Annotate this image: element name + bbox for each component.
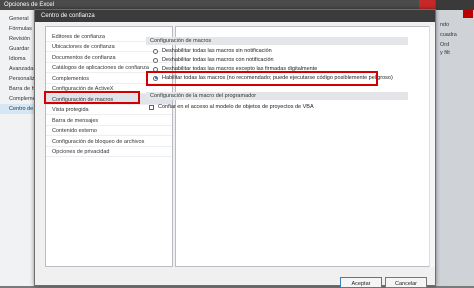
scrollbar[interactable] [429, 26, 435, 267]
sidebar-highlight-box [44, 91, 140, 104]
developer-section-title: Configuración de la macro del programado… [150, 93, 257, 99]
background-close-icon[interactable] [463, 10, 473, 18]
background-label: cuadra [440, 32, 457, 38]
sidebar-item-message-bar[interactable]: Barra de mensajes [46, 115, 172, 126]
cancel-button[interactable]: Cancelar [385, 277, 427, 288]
background-label: ndo [440, 22, 450, 28]
background-excel-area: ndo cuadra Ord y filt [436, 10, 474, 286]
option-highlight-box [146, 71, 378, 86]
radio-disable-no-notify[interactable]: Deshabilitar todas las macros sin notifi… [153, 48, 272, 54]
macro-section-title: Configuración de macros [150, 38, 212, 44]
checkbox[interactable] [149, 104, 154, 110]
radio-label: Deshabilitar todas las macros sin notifi… [162, 48, 272, 54]
sidebar-item-file-block[interactable]: Configuración de bloqueo de archivos [46, 136, 172, 147]
ok-button[interactable]: Aceptar [340, 277, 382, 288]
background-label: y filt [440, 50, 450, 56]
sidebar-item-external-content[interactable]: Contenido externo [46, 126, 172, 136]
close-icon[interactable] [419, 0, 435, 9]
dialog-title: Centro de confianza [35, 10, 435, 22]
radio-disable-notify[interactable]: Deshabilitar todas las macros con notifi… [153, 57, 274, 63]
radio-label: Deshabilitar todas las macros con notifi… [162, 57, 274, 63]
sidebar-item-privacy[interactable]: Opciones de privacidad [46, 147, 172, 157]
checkbox-label: Confiar en el acceso al modelo de objeto… [158, 104, 314, 110]
background-label: Ord [440, 42, 450, 48]
radio-button[interactable] [153, 48, 158, 54]
radio-button[interactable] [153, 57, 158, 63]
vba-trust-checkbox[interactable]: Confiar en el acceso al modelo de objeto… [149, 104, 314, 110]
